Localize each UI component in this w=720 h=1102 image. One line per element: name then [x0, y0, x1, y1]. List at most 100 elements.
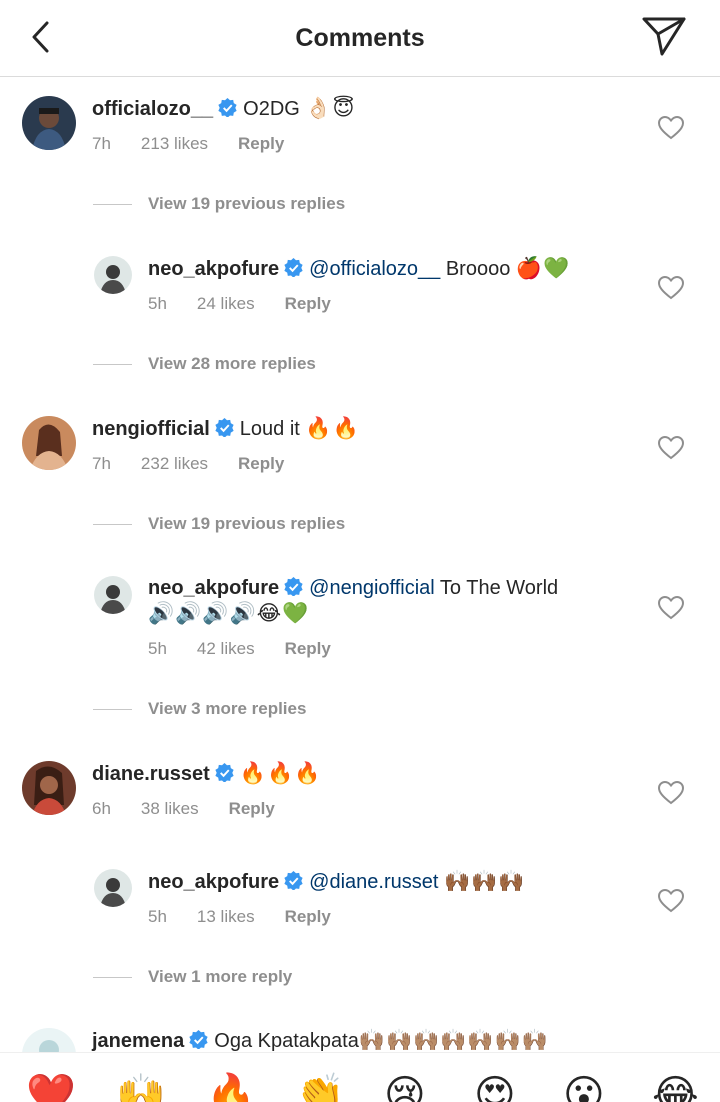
verified-badge-icon — [215, 763, 234, 782]
comment-meta: 7h 213 likes Reply — [92, 134, 314, 154]
divider — [93, 364, 132, 366]
divider — [93, 204, 132, 206]
timestamp: 5h — [148, 294, 167, 313]
comment-text: O2DG — [243, 98, 300, 120]
reply-meta: 5h 13 likes Reply — [148, 907, 361, 927]
avatar[interactable] — [94, 576, 132, 614]
avatar[interactable] — [94, 869, 132, 907]
heart-icon[interactable] — [658, 276, 684, 300]
reply-line: neo_akpofure @nengiofficial To The World — [148, 575, 558, 601]
avatar[interactable] — [22, 96, 76, 150]
comment-line: nengiofficial Loud it 🔥🔥 — [92, 415, 360, 442]
username[interactable]: neo_akpofure — [148, 871, 279, 893]
reply-text: Broooo — [440, 258, 511, 280]
view-more-replies[interactable]: View 1 more reply — [93, 967, 292, 987]
emoji-raised-hands[interactable]: 🙌 — [116, 1075, 166, 1102]
heart-icon[interactable] — [658, 781, 684, 805]
username[interactable]: janemena — [92, 1030, 184, 1052]
comment-line: officialozo__ O2DG 👌🏻😇 — [92, 95, 355, 122]
reply-button[interactable]: Reply — [238, 454, 284, 474]
comment-text: Loud it — [239, 418, 300, 440]
divider — [93, 977, 132, 979]
reply-button[interactable]: Reply — [238, 134, 284, 154]
reply-button[interactable]: Reply — [285, 294, 331, 314]
reply-meta: 5h 24 likes Reply — [148, 294, 361, 314]
divider — [93, 524, 132, 526]
emoji-laughing[interactable]: 😂 — [652, 1075, 699, 1102]
paper-plane-icon[interactable] — [640, 14, 688, 58]
reply-button[interactable]: Reply — [285, 639, 331, 659]
reply-emoji: 🍎💚 — [515, 256, 571, 280]
username[interactable]: officialozo__ — [92, 98, 213, 120]
reply-line: neo_akpofure @officialozo__ Broooo 🍎💚 — [148, 255, 570, 282]
comment-emoji: 👌🏻😇 — [305, 96, 356, 120]
avatar[interactable] — [22, 416, 76, 470]
likes-count[interactable]: 24 likes — [197, 294, 255, 314]
heart-icon[interactable] — [658, 889, 684, 913]
username[interactable]: diane.russet — [92, 763, 210, 785]
timestamp: 7h — [92, 134, 111, 153]
reply-emoji: 🙌🏾🙌🏾🙌🏾 — [443, 869, 526, 893]
view-replies-label: View 28 more replies — [148, 354, 316, 373]
comment-meta: 7h 232 likes Reply — [92, 454, 314, 474]
heart-icon[interactable] — [658, 116, 684, 140]
avatar[interactable] — [22, 761, 76, 815]
likes-count[interactable]: 13 likes — [197, 907, 255, 927]
mention-link[interactable]: @officialozo__ — [309, 258, 440, 280]
likes-count[interactable]: 232 likes — [141, 454, 208, 474]
reply-button[interactable]: Reply — [229, 799, 275, 819]
view-replies-label: View 19 previous replies — [148, 194, 346, 213]
view-more-replies[interactable]: View 3 more replies — [93, 699, 306, 719]
view-more-replies[interactable]: View 28 more replies — [93, 354, 316, 374]
username[interactable]: nengiofficial — [92, 418, 210, 440]
heart-icon[interactable] — [658, 596, 684, 620]
verified-badge-icon — [189, 1030, 208, 1049]
comment-line: diane.russet 🔥🔥🔥 — [92, 760, 321, 787]
likes-count[interactable]: 42 likes — [197, 639, 255, 659]
reply-meta: 5h 42 likes Reply — [148, 639, 361, 659]
reply-line-continued: 🔊🔊🔊🔊😂💚 — [148, 600, 309, 627]
page-title: Comments — [295, 24, 425, 52]
comment-emoji: 🔥🔥 — [305, 416, 360, 440]
reply-emoji: 🔊🔊🔊🔊😂💚 — [148, 601, 310, 625]
view-replies-label: View 19 previous replies — [148, 514, 346, 533]
username[interactable]: neo_akpofure — [148, 258, 279, 280]
emoji-crying[interactable]: 😢 — [384, 1075, 426, 1102]
comment-emoji: 🙌🏽🙌🏽🙌🏽🙌🏽🙌🏽🙌🏽🙌🏽 — [358, 1028, 549, 1052]
emoji-heart-eyes[interactable]: 😍 — [474, 1075, 516, 1102]
verified-badge-icon — [284, 871, 303, 890]
comment-meta: 6h 38 likes Reply — [92, 799, 305, 819]
top-bar: Comments — [0, 0, 720, 77]
reply-line: neo_akpofure @diane.russet 🙌🏾🙌🏾🙌🏾 — [148, 868, 525, 895]
view-previous-replies[interactable]: View 19 previous replies — [93, 194, 345, 214]
divider — [93, 709, 132, 711]
timestamp: 7h — [92, 454, 111, 473]
timestamp: 5h — [148, 639, 167, 658]
emoji-clap[interactable]: 👏 — [295, 1075, 345, 1102]
emoji-surprised[interactable]: 😮 — [563, 1075, 605, 1102]
mention-link[interactable]: @diane.russet — [309, 871, 438, 893]
view-replies-label: View 3 more replies — [148, 699, 307, 718]
heart-icon[interactable] — [658, 436, 684, 460]
emoji-reaction-bar: ❤️ 🙌 🔥 👏 😢 😍 😮 😂 — [0, 1052, 720, 1102]
emoji-fire[interactable]: 🔥 — [206, 1075, 256, 1102]
likes-count[interactable]: 38 likes — [141, 799, 199, 819]
view-replies-label: View 1 more reply — [148, 967, 293, 986]
emoji-heart[interactable]: ❤️ — [26, 1075, 76, 1102]
reply-text: To The World — [434, 577, 559, 599]
avatar[interactable] — [94, 256, 132, 294]
verified-badge-icon — [215, 418, 234, 437]
view-previous-replies[interactable]: View 19 previous replies — [93, 514, 345, 534]
likes-count[interactable]: 213 likes — [141, 134, 208, 154]
comment-emoji: 🔥🔥🔥 — [239, 761, 322, 785]
username[interactable]: neo_akpofure — [148, 577, 279, 599]
timestamp: 5h — [148, 907, 167, 926]
mention-link[interactable]: @nengiofficial — [309, 577, 435, 599]
verified-badge-icon — [284, 577, 303, 596]
comment-text: Oga Kpatakpata — [214, 1030, 359, 1052]
timestamp: 6h — [92, 799, 111, 818]
comment-line: janemena Oga Kpatakpata🙌🏽🙌🏽🙌🏽🙌🏽🙌🏽🙌🏽🙌🏽 — [92, 1027, 549, 1054]
verified-badge-icon — [284, 258, 303, 277]
verified-badge-icon — [218, 98, 237, 117]
reply-button[interactable]: Reply — [285, 907, 331, 927]
